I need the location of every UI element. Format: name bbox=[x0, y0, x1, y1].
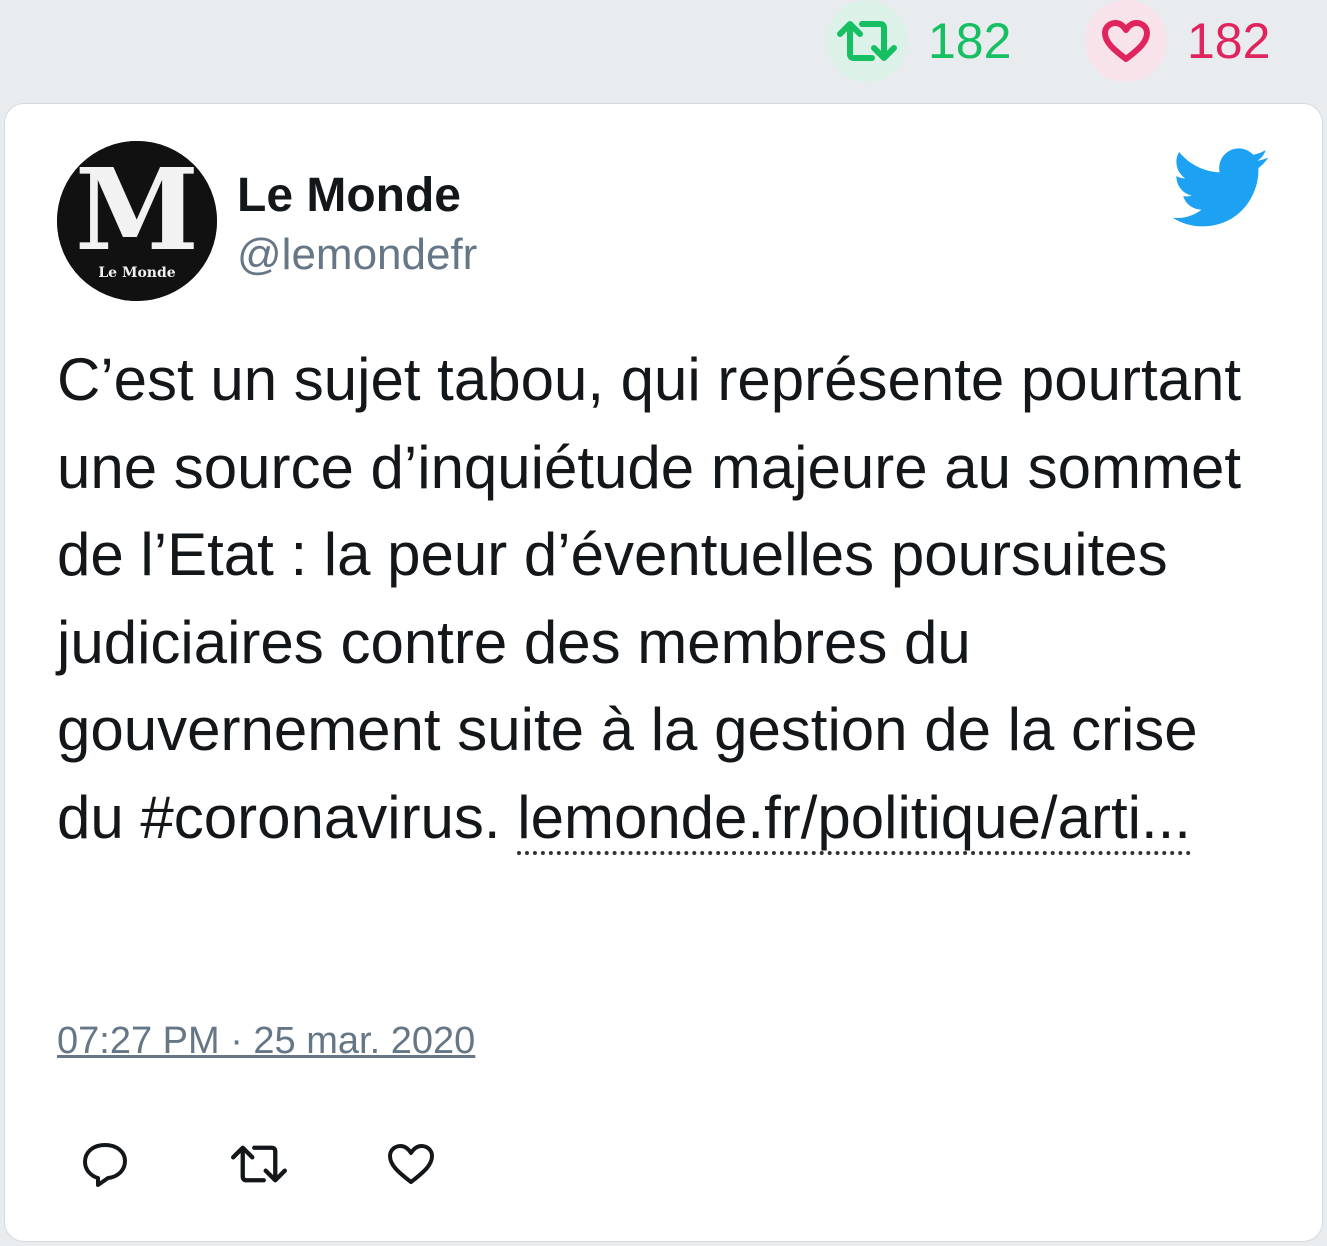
tweet-body: C’est un sujet tabou, qui représente pou… bbox=[57, 336, 1267, 861]
like-count: 182 bbox=[1187, 13, 1271, 69]
avatar[interactable]: M Le Monde bbox=[57, 141, 217, 301]
tweet-actions bbox=[57, 1134, 441, 1194]
tweet-card: M Le Monde Le Monde @lemondefr C’est un … bbox=[4, 103, 1323, 1242]
author-handle[interactable]: @lemondefr bbox=[237, 230, 477, 280]
reply-icon[interactable] bbox=[75, 1134, 135, 1194]
avatar-caption: Le Monde bbox=[98, 265, 175, 281]
retweet-stat[interactable]: 182 bbox=[826, 0, 1011, 82]
twitter-bird-icon[interactable] bbox=[1172, 148, 1271, 228]
avatar-logo: M bbox=[75, 145, 199, 276]
retweet-icon[interactable] bbox=[826, 0, 908, 82]
like-action-icon[interactable] bbox=[381, 1134, 441, 1194]
author-name[interactable]: Le Monde bbox=[237, 168, 461, 223]
heart-icon[interactable] bbox=[1085, 0, 1167, 82]
like-stat[interactable]: 182 bbox=[1085, 0, 1270, 82]
article-link[interactable]: lemonde.fr/politique/arti... bbox=[517, 783, 1191, 855]
retweet-count: 182 bbox=[928, 13, 1012, 69]
tweet-timestamp[interactable]: 07:27 PM · 25 mar. 2020 bbox=[57, 1020, 475, 1063]
tweet-text: C’est un sujet tabou, qui représente pou… bbox=[57, 346, 1242, 851]
retweet-action-icon[interactable] bbox=[229, 1134, 289, 1194]
stats-bar: 182 182 bbox=[0, 0, 1327, 100]
